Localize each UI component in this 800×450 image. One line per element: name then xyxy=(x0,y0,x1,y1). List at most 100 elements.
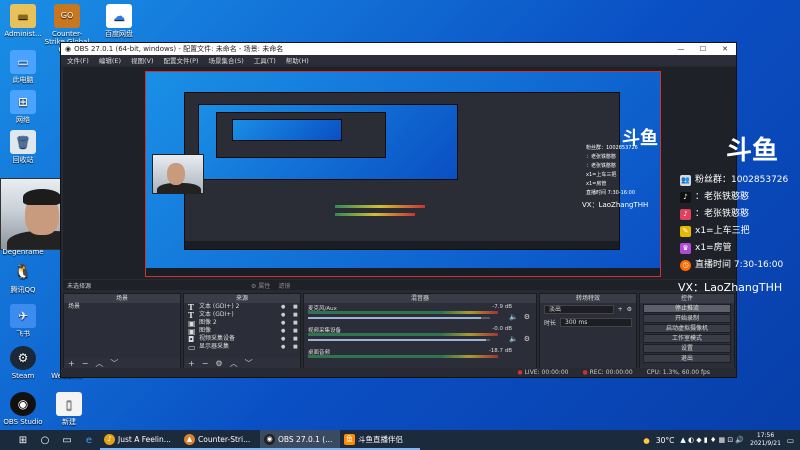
lock-icon[interactable]: ■ xyxy=(293,335,300,343)
minimize-button[interactable]: — xyxy=(670,45,692,53)
volume-slider[interactable] xyxy=(308,339,490,341)
lock-icon[interactable]: ■ xyxy=(293,303,300,311)
weather-icon[interactable]: ● xyxy=(643,436,650,445)
taskbar-clock[interactable]: 17:56 2021/9/21 xyxy=(750,432,781,448)
add-transition-button[interactable]: + xyxy=(618,306,623,313)
studio-mode-button[interactable]: 工作室模式 xyxy=(643,334,731,343)
visibility-icon[interactable]: ● xyxy=(281,343,288,351)
visibility-icon[interactable]: ● xyxy=(281,319,288,327)
computer-icon: ▭ xyxy=(10,50,36,74)
menu-tools[interactable]: 工具(T) xyxy=(254,55,276,65)
menu-help[interactable]: 帮助(H) xyxy=(286,55,309,65)
desktop-icon-obs[interactable]: ◉ OBS Studio xyxy=(0,392,46,426)
start-recording-button[interactable]: 开始录制 xyxy=(643,314,731,323)
controls-dock: 控件 停止推流 开始录制 启动虚拟摄像机 工作室模式 设置 退出 xyxy=(639,293,735,369)
move-down-icon[interactable]: ﹀ xyxy=(110,358,118,369)
source-item[interactable]: T 文本 (GDI+) 2 ● ■ xyxy=(184,303,300,311)
obs-window[interactable]: ◉ OBS 27.0.1 (64-bit, windows) - 配置文件: 未… xyxy=(60,42,737,378)
preview-canvas[interactable]: 斗鱼 粉丝群：1002853726 ：老张铁憨憨 ：老张铁憨憨 x1=上车三把 … xyxy=(145,71,661,277)
mute-icon[interactable]: 🔈 xyxy=(509,335,518,343)
taskbar-app[interactable]: ◉ OBS 27.0.1 (... xyxy=(260,430,340,450)
remove-source-button[interactable]: − xyxy=(202,359,209,368)
desktop-icon-steam[interactable]: ⚙ Steam xyxy=(0,346,46,380)
menu-bar: 文件(F) 编辑(E) 视图(V) 配置文件(P) 场景集合(S) 工具(T) … xyxy=(61,55,736,65)
nested-vx-text: VX：LaoZhangTHH xyxy=(582,201,649,209)
transition-select[interactable]: 淡出 xyxy=(544,305,614,314)
visibility-icon[interactable]: ● xyxy=(281,335,288,343)
transition-settings-icon[interactable]: ⚙ xyxy=(627,306,632,313)
source-item[interactable]: ▭ 显示器采集 ● ■ xyxy=(184,343,300,351)
feishu-icon: ✈ xyxy=(10,304,36,328)
desktop-icon-network[interactable]: ⊞ 网络 xyxy=(0,90,46,124)
desktop-icon-degenrame[interactable]: Degenrame xyxy=(0,248,46,256)
csgo-icon: ▲ xyxy=(184,433,195,445)
live-status: ● LIVE: 00:00:00 xyxy=(517,369,569,376)
menu-profile[interactable]: 配置文件(P) xyxy=(164,55,199,65)
task-view-icon[interactable]: ▭ xyxy=(56,435,78,446)
remove-scene-button[interactable]: − xyxy=(82,359,89,368)
mixer-channel: 麦克风/Aux -7.9 dB 🔈 ⚙ xyxy=(304,303,536,325)
menu-edit[interactable]: 编辑(E) xyxy=(99,55,121,65)
lock-icon[interactable]: ■ xyxy=(293,343,300,351)
add-scene-button[interactable]: + xyxy=(68,359,75,368)
desktop-icon-administrator[interactable]: ▬ Administ... xyxy=(0,4,46,38)
lock-icon[interactable]: ■ xyxy=(293,327,300,335)
move-down-icon[interactable]: ﹀ xyxy=(245,358,253,369)
desktop-icon-recycle-bin[interactable]: 🗑 回收站 xyxy=(0,130,46,164)
desktop-icon-new-file[interactable]: ▯ 新建 xyxy=(46,392,92,426)
duration-input[interactable]: 300 ms xyxy=(560,318,632,327)
stop-streaming-button[interactable]: 停止推流 xyxy=(643,304,731,313)
add-source-button[interactable]: + xyxy=(188,359,195,368)
close-button[interactable]: ✕ xyxy=(714,45,736,53)
source-item[interactable]: ▣ 图像 ● ■ xyxy=(184,327,300,335)
mixer-dock: 混音器 麦克风/Aux -7.9 dB 🔈 ⚙ 视频采集设备 -0.0 dB 🔈 ⚙… xyxy=(303,293,537,369)
menu-file[interactable]: 文件(F) xyxy=(67,55,89,65)
volume-slider[interactable] xyxy=(308,317,490,319)
obs-titlebar[interactable]: ◉ OBS 27.0.1 (64-bit, windows) - 配置文件: 未… xyxy=(61,43,736,55)
maximize-button[interactable]: ☐ xyxy=(692,45,714,53)
douyin-icon: ♪ xyxy=(680,209,691,220)
preview-area[interactable]: 斗鱼 粉丝群：1002853726 ：老张铁憨憨 ：老张铁憨憨 x1=上车三把 … xyxy=(63,67,736,279)
obs-icon: ◉ xyxy=(10,392,36,416)
desktop-icon-this-pc[interactable]: ▭ 此电脑 xyxy=(0,50,46,84)
edge-icon[interactable]: e xyxy=(78,435,100,446)
channel-settings-icon[interactable]: ⚙ xyxy=(524,335,530,343)
source-item[interactable]: ◘ 视频采集设备 ● ■ xyxy=(184,335,300,343)
move-up-icon[interactable]: ︿ xyxy=(95,358,103,369)
source-item[interactable]: T 文本 (GDI+) ● ■ xyxy=(184,311,300,319)
exit-button[interactable]: 退出 xyxy=(643,354,731,363)
menu-view[interactable]: 视图(V) xyxy=(131,55,154,65)
visibility-icon[interactable]: ● xyxy=(281,311,288,319)
search-icon[interactable]: ○ xyxy=(34,435,56,446)
lock-icon[interactable]: ■ xyxy=(293,311,300,319)
desktop-icon-baidu-netdisk[interactable]: ☁ 百度网盘 xyxy=(96,4,142,38)
tray-icons[interactable]: ▲ ◐ ◆ ▮ ♦ ▦ ⊡ 🔊 xyxy=(680,436,744,444)
taskbar-app[interactable]: ▲ Counter-Stri... xyxy=(180,430,260,450)
desktop-icon-feishu[interactable]: ✈ 飞书 xyxy=(0,304,46,338)
settings-button[interactable]: 设置 xyxy=(643,344,731,353)
virtual-camera-button[interactable]: 启动虚拟摄像机 xyxy=(643,324,731,333)
properties-button[interactable]: ⚙ 属性 xyxy=(251,281,270,290)
visibility-icon[interactable]: ● xyxy=(281,327,288,335)
channel-settings-icon[interactable]: ⚙ xyxy=(524,313,530,321)
desktop-icon-qq[interactable]: 🐧 腾讯QQ xyxy=(0,260,46,294)
menu-scene-collection[interactable]: 场景集合(S) xyxy=(209,55,244,65)
scenes-dock: 场景 场景 + − ︿ ﹀ xyxy=(63,293,181,369)
taskbar-app[interactable]: 鱼 斗鱼直播伴侣 xyxy=(340,430,420,450)
taskbar-app[interactable]: ♪ Just A Feelin... xyxy=(100,430,180,450)
source-item[interactable]: ▣ 图像 2 ● ■ xyxy=(184,319,300,327)
lock-icon[interactable]: ■ xyxy=(293,319,300,327)
file-icon: ▯ xyxy=(56,392,82,416)
scene-item[interactable]: 场景 xyxy=(64,303,180,311)
source-settings-icon[interactable]: ⚙ xyxy=(215,359,222,368)
move-up-icon[interactable]: ︿ xyxy=(230,358,238,369)
channel-db: -7.9 dB xyxy=(492,304,512,310)
nested-taskbar-outer xyxy=(146,268,660,276)
visibility-icon[interactable]: ● xyxy=(281,303,288,311)
filters-button[interactable]: 滤镜 xyxy=(278,281,290,290)
notification-icon[interactable]: ▭ xyxy=(787,436,794,445)
channel-db: -18.7 dB xyxy=(488,348,512,354)
windows-start-icon[interactable]: ⊞ xyxy=(12,435,34,446)
mute-icon[interactable]: 🔈 xyxy=(509,313,518,321)
weather-temp[interactable]: 30°C xyxy=(656,436,675,445)
